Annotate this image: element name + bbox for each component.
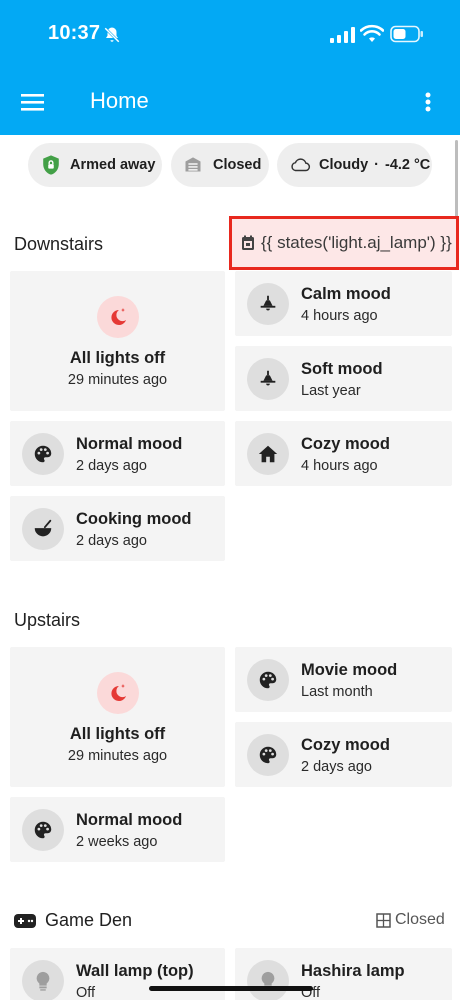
page-title: Home bbox=[90, 88, 149, 113]
scene-card-cozy-mood-downstairs[interactable]: Cozy mood 4 hours ago bbox=[235, 421, 452, 486]
card-name: Normal mood bbox=[76, 811, 183, 829]
card-time: Last month bbox=[301, 684, 373, 700]
card-time: 2 weeks ago bbox=[76, 834, 158, 850]
section-title-upstairs: Upstairs bbox=[14, 610, 81, 630]
card-name: Calm mood bbox=[301, 285, 391, 303]
night-icon bbox=[96, 296, 139, 338]
scene-card-cozy-mood-upstairs[interactable]: Cozy mood 2 days ago bbox=[235, 722, 452, 787]
home-icon bbox=[247, 432, 289, 475]
card-state: Off bbox=[76, 985, 96, 1000]
cloud-icon bbox=[289, 154, 311, 176]
card-name: Wall lamp (top) bbox=[76, 962, 194, 980]
template-text: {{ states('light.aj_lamp') }} bbox=[261, 233, 452, 252]
card-name: All lights off bbox=[69, 725, 166, 743]
scene-card-normal-mood-upstairs[interactable]: Normal mood 2 weeks ago bbox=[10, 797, 225, 862]
palette-icon bbox=[247, 733, 289, 776]
scene-card-calm-mood[interactable]: Calm mood 4 hours ago bbox=[235, 271, 452, 336]
palette-icon bbox=[22, 432, 64, 475]
cellular-signal-icon bbox=[330, 27, 355, 43]
door-state-label: Closed bbox=[395, 911, 445, 928]
scene-card-all-lights-off-downstairs[interactable]: All lights off 29 minutes ago bbox=[10, 271, 225, 411]
card-name: All lights off bbox=[69, 349, 166, 367]
more-options-icon[interactable] bbox=[418, 88, 438, 116]
card-name: Cozy mood bbox=[301, 435, 390, 453]
battery-icon bbox=[390, 25, 423, 43]
lightbulb-icon bbox=[22, 959, 64, 1000]
card-name: Cozy mood bbox=[301, 736, 390, 754]
alarm-badge-label: Armed away bbox=[70, 157, 156, 173]
bell-off-icon bbox=[104, 27, 120, 43]
calendar-icon bbox=[242, 235, 254, 250]
ceiling-lamp-icon bbox=[247, 282, 289, 325]
scene-card-normal-mood-downstairs[interactable]: Normal mood 2 days ago bbox=[10, 421, 225, 486]
card-name: Cooking mood bbox=[76, 510, 192, 528]
card-time: 4 hours ago bbox=[301, 308, 378, 324]
section-title-game-den: Game Den bbox=[45, 910, 133, 930]
palette-icon bbox=[22, 808, 64, 851]
card-time: 4 hours ago bbox=[301, 458, 378, 474]
pot-bowl-icon bbox=[22, 507, 64, 550]
card-name: Normal mood bbox=[76, 435, 183, 453]
card-name: Hashira lamp bbox=[301, 962, 405, 980]
scene-card-cooking-mood[interactable]: Cooking mood 2 days ago bbox=[10, 496, 225, 561]
template-badge[interactable]: {{ states('light.aj_lamp') }} bbox=[229, 216, 459, 270]
weather-badge[interactable]: Cloudy · -4.2 °C bbox=[277, 143, 432, 187]
shield-lock-icon bbox=[40, 154, 62, 176]
night-icon bbox=[96, 672, 139, 714]
card-time: 2 days ago bbox=[76, 533, 147, 549]
home-indicator[interactable] bbox=[149, 986, 313, 991]
scene-card-movie-mood[interactable]: Movie mood Last month bbox=[235, 647, 452, 712]
weather-separator: · bbox=[374, 157, 379, 173]
card-time: 2 days ago bbox=[76, 458, 147, 474]
light-card-hashira-lamp[interactable]: Hashira lamp Off bbox=[235, 948, 452, 1000]
card-name: Movie mood bbox=[301, 661, 398, 679]
garage-icon bbox=[183, 154, 205, 176]
weather-temperature: -4.2 °C bbox=[384, 157, 431, 173]
light-card-wall-lamp-top[interactable]: Wall lamp (top) Off bbox=[10, 948, 225, 1000]
card-name: Soft mood bbox=[301, 360, 383, 378]
card-time: Last year bbox=[301, 383, 361, 399]
menu-icon[interactable] bbox=[18, 88, 48, 116]
garage-badge-label: Closed bbox=[213, 157, 262, 173]
ceiling-lamp-icon bbox=[247, 357, 289, 400]
scene-card-soft-mood[interactable]: Soft mood Last year bbox=[235, 346, 452, 411]
garage-badge[interactable]: Closed bbox=[171, 143, 269, 187]
status-time: 10:37 bbox=[48, 22, 101, 44]
wifi-icon bbox=[360, 24, 384, 42]
game-den-door-state[interactable]: Closed bbox=[376, 911, 445, 929]
card-time: 2 days ago bbox=[301, 759, 372, 775]
card-time: 29 minutes ago bbox=[67, 748, 168, 764]
alarm-badge[interactable]: Armed away bbox=[28, 143, 162, 187]
window-closed-icon bbox=[376, 912, 391, 928]
lightbulb-icon bbox=[247, 959, 289, 1000]
app-header: 10:37 Home bbox=[0, 0, 460, 135]
gamepad-icon bbox=[14, 914, 36, 928]
card-time: 29 minutes ago bbox=[67, 372, 168, 388]
palette-icon bbox=[247, 658, 289, 701]
section-title-downstairs: Downstairs bbox=[14, 234, 104, 254]
weather-condition: Cloudy bbox=[319, 157, 369, 173]
scene-card-all-lights-off-upstairs[interactable]: All lights off 29 minutes ago bbox=[10, 647, 225, 787]
